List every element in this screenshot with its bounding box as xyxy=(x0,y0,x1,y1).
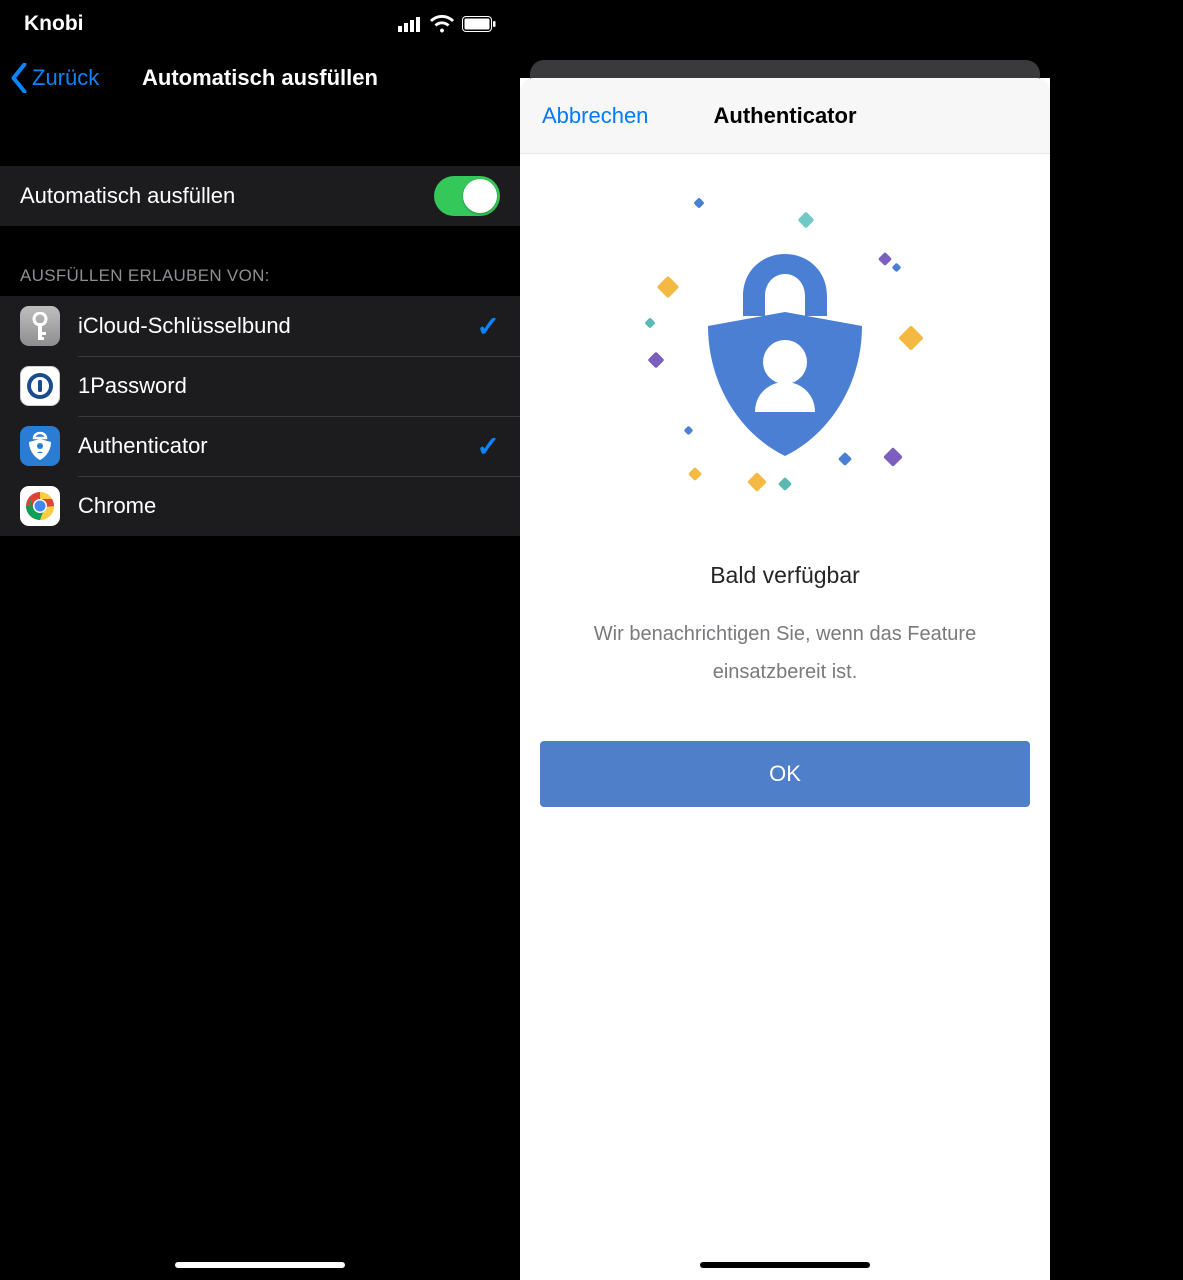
provider-row-icloud[interactable]: iCloud-Schlüsselbund ✓ xyxy=(0,296,520,356)
modal-sheet: Abbrechen Authenticator xyxy=(520,78,1050,1280)
provider-row-chrome[interactable]: Chrome xyxy=(0,476,520,536)
provider-row-1password[interactable]: 1Password xyxy=(0,356,520,416)
cellular-icon xyxy=(398,16,422,32)
icloud-keychain-icon xyxy=(20,306,60,346)
autofill-toggle-label: Automatisch ausfüllen xyxy=(20,183,235,209)
checkmark-icon: ✓ xyxy=(477,430,500,463)
subtext: Wir benachrichtigen Sie, wenn das Featur… xyxy=(560,615,1010,691)
confetti-icon xyxy=(798,212,815,229)
back-label: Zurück xyxy=(32,65,99,91)
autofill-toggle-row[interactable]: Automatisch ausfüllen xyxy=(0,166,520,226)
confetti-icon xyxy=(644,317,655,328)
provider-label: Chrome xyxy=(78,493,500,519)
provider-label: Authenticator xyxy=(78,433,459,459)
confetti-icon xyxy=(648,352,665,369)
ok-button[interactable]: OK xyxy=(540,741,1030,807)
checkmark-icon: ✓ xyxy=(477,310,500,343)
headline: Bald verfügbar xyxy=(520,562,1050,589)
confetti-icon xyxy=(898,325,923,350)
autofill-switch[interactable] xyxy=(434,176,500,216)
screenshot-left: Knobi Zurück Automatisch ausfüllen Autom… xyxy=(0,0,520,1280)
cancel-button[interactable]: Abbrechen xyxy=(542,103,648,129)
status-bar: Knobi xyxy=(0,0,520,48)
confetti-icon xyxy=(878,252,892,266)
section-header: AUSFÜLLEN ERLAUBEN VON: xyxy=(0,226,520,296)
confetti-icon xyxy=(693,197,704,208)
home-indicator[interactable] xyxy=(175,1262,345,1268)
status-icons xyxy=(398,15,496,33)
authenticator-icon xyxy=(20,426,60,466)
confetti-icon xyxy=(657,276,680,299)
confetti-icon xyxy=(778,477,792,491)
carrier-label: Knobi xyxy=(24,12,83,36)
illustration xyxy=(520,154,1050,554)
confetti-icon xyxy=(892,263,902,273)
shield-lock-icon xyxy=(690,234,880,474)
screenshot-right: Knobi Abbrechen Authenticator xyxy=(520,0,1050,1280)
sheet-header: Abbrechen Authenticator xyxy=(520,78,1050,154)
confetti-icon xyxy=(883,447,903,467)
chrome-icon xyxy=(20,486,60,526)
battery-icon xyxy=(462,16,496,32)
provider-list: iCloud-Schlüsselbund ✓ 1Password Authent… xyxy=(0,296,520,536)
confetti-icon xyxy=(747,472,767,492)
nav-header: Zurück Automatisch ausfüllen xyxy=(0,48,520,108)
home-indicator[interactable] xyxy=(700,1262,870,1268)
provider-label: iCloud-Schlüsselbund xyxy=(78,313,459,339)
provider-label: 1Password xyxy=(78,373,500,399)
spacer xyxy=(0,108,520,166)
back-button[interactable]: Zurück xyxy=(10,63,99,93)
wifi-icon xyxy=(430,15,454,33)
ok-button-label: OK xyxy=(769,761,801,787)
provider-row-authenticator[interactable]: Authenticator ✓ xyxy=(0,416,520,476)
1password-icon xyxy=(20,366,60,406)
chevron-left-icon xyxy=(10,63,28,93)
